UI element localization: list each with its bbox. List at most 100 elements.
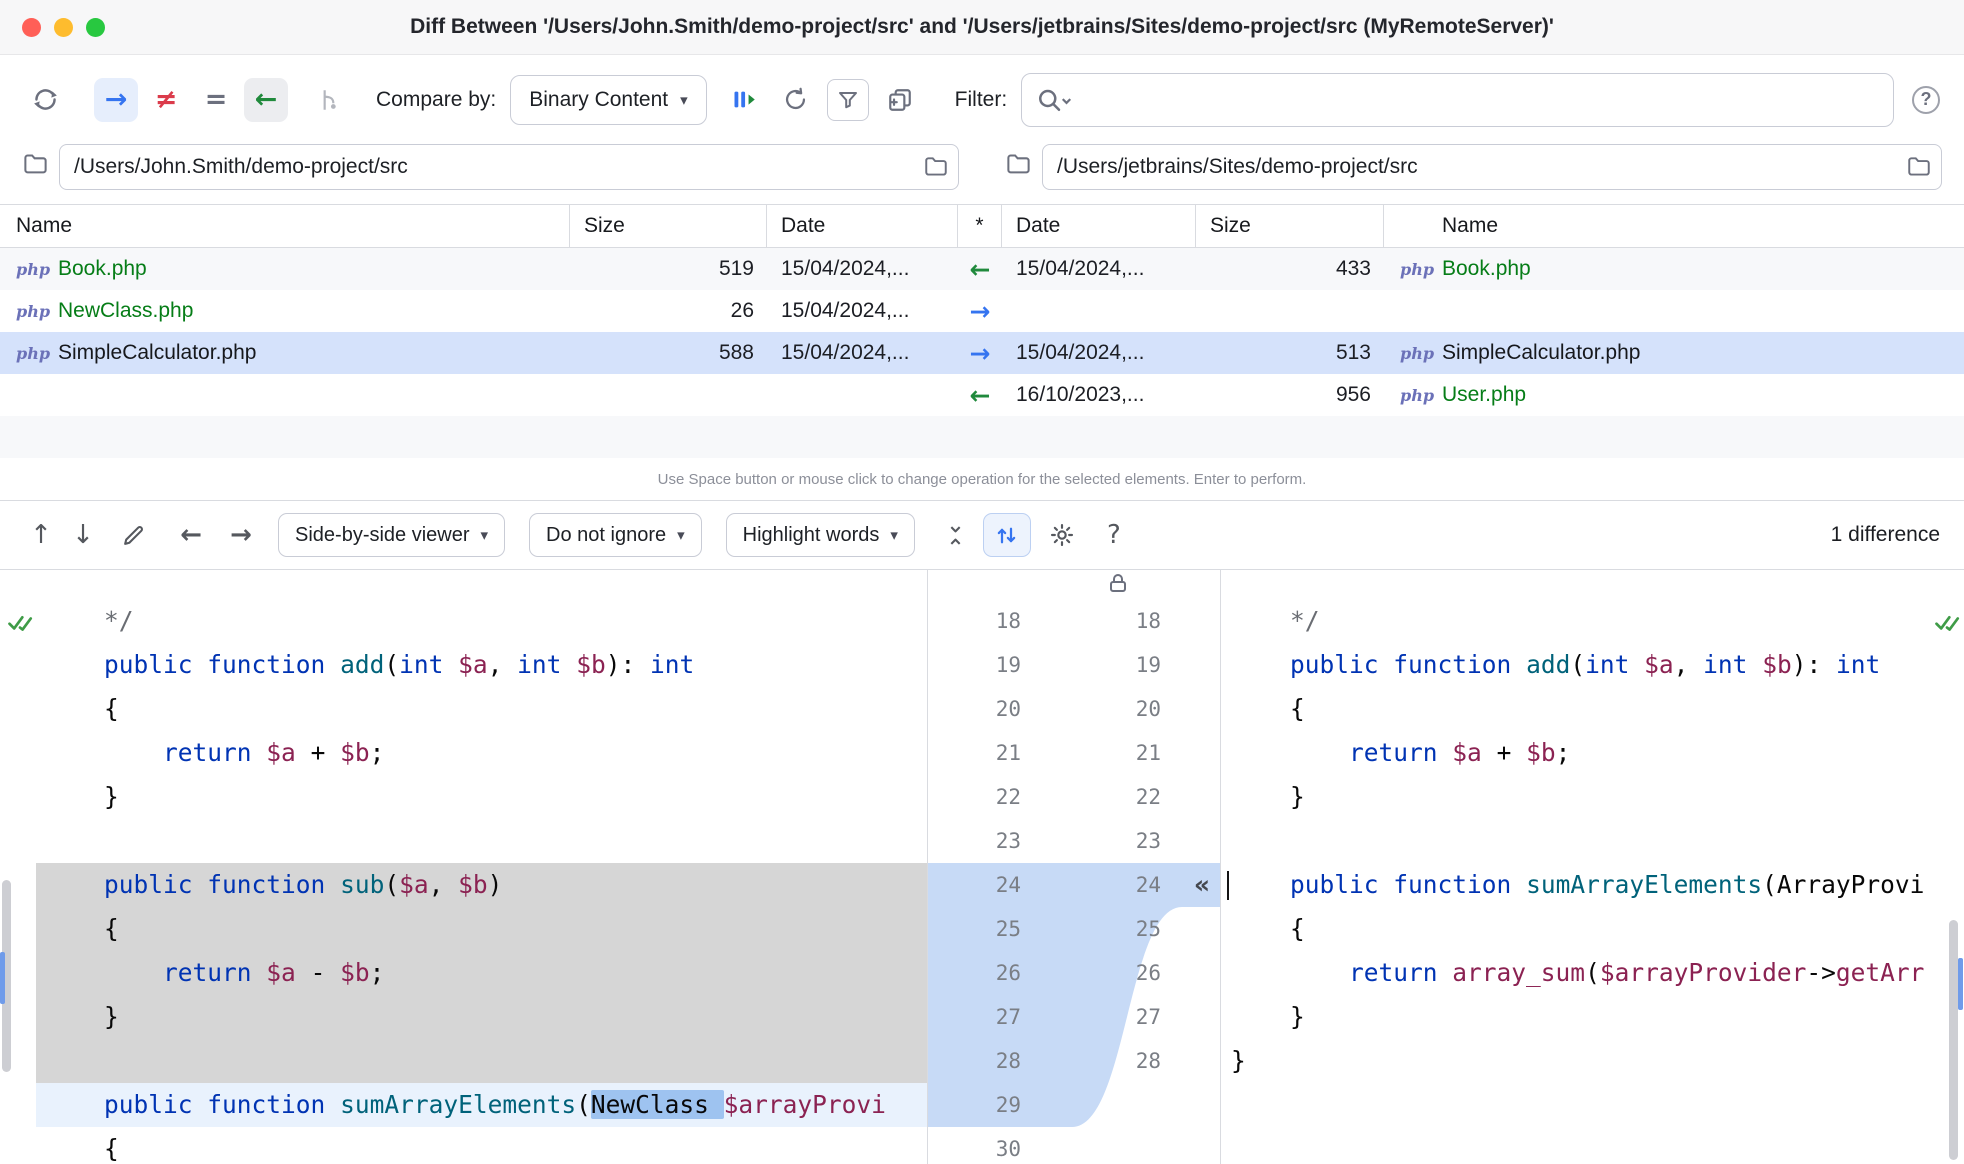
- search-input[interactable]: [1021, 72, 1894, 127]
- browse-folder-icon[interactable]: [923, 154, 949, 185]
- column-header-size-left[interactable]: Size: [570, 205, 767, 247]
- toolbar-icon-group: [723, 78, 921, 121]
- reload-icon[interactable]: [775, 79, 817, 121]
- help-icon[interactable]: ?: [1912, 85, 1940, 114]
- operation-arrow-cell[interactable]: ←: [958, 374, 1002, 416]
- branch-filter-icon[interactable]: [308, 79, 350, 121]
- close-window-button[interactable]: [22, 17, 41, 37]
- code-line[interactable]: [36, 819, 927, 863]
- code-line[interactable]: [1221, 819, 1964, 863]
- operation-arrow-cell[interactable]: →: [958, 290, 1002, 332]
- highlight-mode-dropdown[interactable]: Highlight words ▾: [725, 513, 915, 557]
- copy-left-arrow-icon: ←: [969, 380, 991, 410]
- operation-arrow-cell[interactable]: [958, 416, 1002, 458]
- column-header-operation[interactable]: *: [958, 205, 1002, 247]
- code-line[interactable]: public function sumArrayElements(NewClas…: [36, 1083, 927, 1127]
- file-size-cell-right: 433: [1335, 257, 1371, 280]
- line-number: 19: [995, 653, 1021, 677]
- column-header-size-right[interactable]: Size: [1196, 205, 1384, 247]
- code-line[interactable]: return $a - $b;: [36, 951, 927, 995]
- left-change-marker[interactable]: [0, 952, 5, 1004]
- collapse-unchanged-icon[interactable]: [935, 514, 977, 556]
- left-path-input[interactable]: [59, 144, 959, 190]
- not-equal-button[interactable]: ≠: [144, 78, 188, 122]
- operation-arrow-cell[interactable]: ←: [958, 248, 1002, 290]
- apply-change-chevron-icon[interactable]: «: [1194, 863, 1210, 907]
- column-header-name-right[interactable]: Name: [1384, 205, 1964, 247]
- code-line[interactable]: {: [36, 1127, 927, 1164]
- copy-right-button[interactable]: →: [94, 77, 138, 122]
- code-line[interactable]: public function sumArrayElements(ArrayPr…: [1221, 863, 1964, 907]
- file-name-cell-right: php User.php: [1384, 374, 1964, 416]
- file-name-cell-right: [1384, 416, 1964, 458]
- whitespace-dropdown[interactable]: Do not ignore ▾: [529, 513, 702, 557]
- equal-button[interactable]: =: [194, 78, 238, 122]
- table-row[interactable]: php Book.php 519 15/04/2024,... ← 15/04/2024,…: [0, 248, 1964, 290]
- line-number: 23: [1135, 829, 1161, 853]
- table-row[interactable]: php SimpleCalculator.php 588 15/04/2024,...…: [0, 332, 1964, 374]
- file-size-cell-right: 956: [1335, 383, 1371, 406]
- code-line[interactable]: }: [1221, 995, 1964, 1039]
- browse-folder-icon[interactable]: [1906, 154, 1932, 185]
- compare-by-dropdown[interactable]: Binary Content ▾: [510, 74, 707, 125]
- file-size-cell-left: 588: [718, 341, 754, 364]
- filter-label: Filter:: [954, 87, 1008, 111]
- code-line[interactable]: {: [1221, 687, 1964, 731]
- code-line[interactable]: return $a + $b;: [36, 731, 927, 775]
- code-line[interactable]: }: [36, 995, 927, 1039]
- line-number: 20: [995, 697, 1021, 721]
- code-line[interactable]: [36, 1039, 927, 1083]
- right-path-input[interactable]: [1042, 144, 1942, 190]
- file-name: User.php: [1442, 383, 1527, 406]
- code-line[interactable]: {: [36, 687, 927, 731]
- code-line[interactable]: public function add(int $a, int $b): int: [36, 643, 927, 687]
- viewer-mode-dropdown[interactable]: Side-by-side viewer ▾: [278, 513, 506, 557]
- php-file-icon: php: [1400, 259, 1435, 279]
- right-change-marker[interactable]: [1958, 958, 1963, 1010]
- refresh-icon[interactable]: [24, 79, 66, 121]
- column-header-date-right[interactable]: Date: [1002, 205, 1196, 247]
- code-line[interactable]: }: [36, 775, 927, 819]
- code-line[interactable]: return array_sum($arrayProvider->getArr: [1221, 951, 1964, 995]
- next-difference-icon[interactable]: ↓: [62, 514, 104, 556]
- minimize-window-button[interactable]: [54, 17, 73, 37]
- copy-left-button[interactable]: ←: [244, 77, 288, 122]
- table-row[interactable]: php NewClass.php 26 15/04/2024,... →: [0, 290, 1964, 332]
- right-scrollbar-thumb[interactable]: [1949, 920, 1958, 1160]
- line-number: 20: [1135, 697, 1161, 721]
- filter-funnel-icon[interactable]: [826, 78, 869, 121]
- code-line[interactable]: }: [1221, 775, 1964, 819]
- code-line[interactable]: public function sub($a, $b): [36, 863, 927, 907]
- zoom-window-button[interactable]: [86, 17, 105, 37]
- code-line[interactable]: public function add(int $a, int $b): int: [1221, 643, 1964, 687]
- edit-pencil-icon[interactable]: [112, 514, 154, 556]
- diff-help-icon[interactable]: ?: [1093, 514, 1135, 556]
- synchronize-scrolling-button[interactable]: [982, 513, 1031, 557]
- path-row: [0, 144, 1964, 190]
- code-line[interactable]: {: [36, 907, 927, 951]
- copy-right-arrow-icon: →: [969, 338, 991, 368]
- no-problems-check-icon: [6, 608, 34, 641]
- code-line[interactable]: {: [1221, 907, 1964, 951]
- copy-new-icon[interactable]: [879, 79, 921, 121]
- previous-difference-icon[interactable]: ↑: [20, 514, 62, 556]
- apply-left-arrow-icon[interactable]: ←: [170, 514, 212, 556]
- line-number: [1075, 1127, 1220, 1164]
- file-name-cell-right: php SimpleCalculator.php: [1384, 332, 1964, 374]
- lock-icon[interactable]: [1106, 571, 1130, 600]
- line-number: 28: [1135, 1049, 1161, 1073]
- operation-arrow-cell[interactable]: →: [958, 332, 1002, 374]
- column-header-name-left[interactable]: Name: [0, 205, 570, 247]
- line-number: 26: [1135, 961, 1161, 985]
- compare-columns-icon[interactable]: [723, 79, 765, 121]
- table-row[interactable]: ← 16/10/2023,... 956 php User.php: [0, 374, 1964, 416]
- code-line[interactable]: return $a + $b;: [1221, 731, 1964, 775]
- apply-right-arrow-icon[interactable]: →: [220, 514, 262, 556]
- code-line[interactable]: }: [1221, 1039, 1964, 1083]
- table-row[interactable]: [0, 416, 1964, 458]
- settings-gear-icon[interactable]: [1041, 514, 1083, 556]
- code-line[interactable]: */: [36, 599, 927, 643]
- difference-count: 1 difference: [1830, 523, 1940, 546]
- column-header-date-left[interactable]: Date: [767, 205, 958, 247]
- code-line[interactable]: */: [1221, 599, 1964, 643]
